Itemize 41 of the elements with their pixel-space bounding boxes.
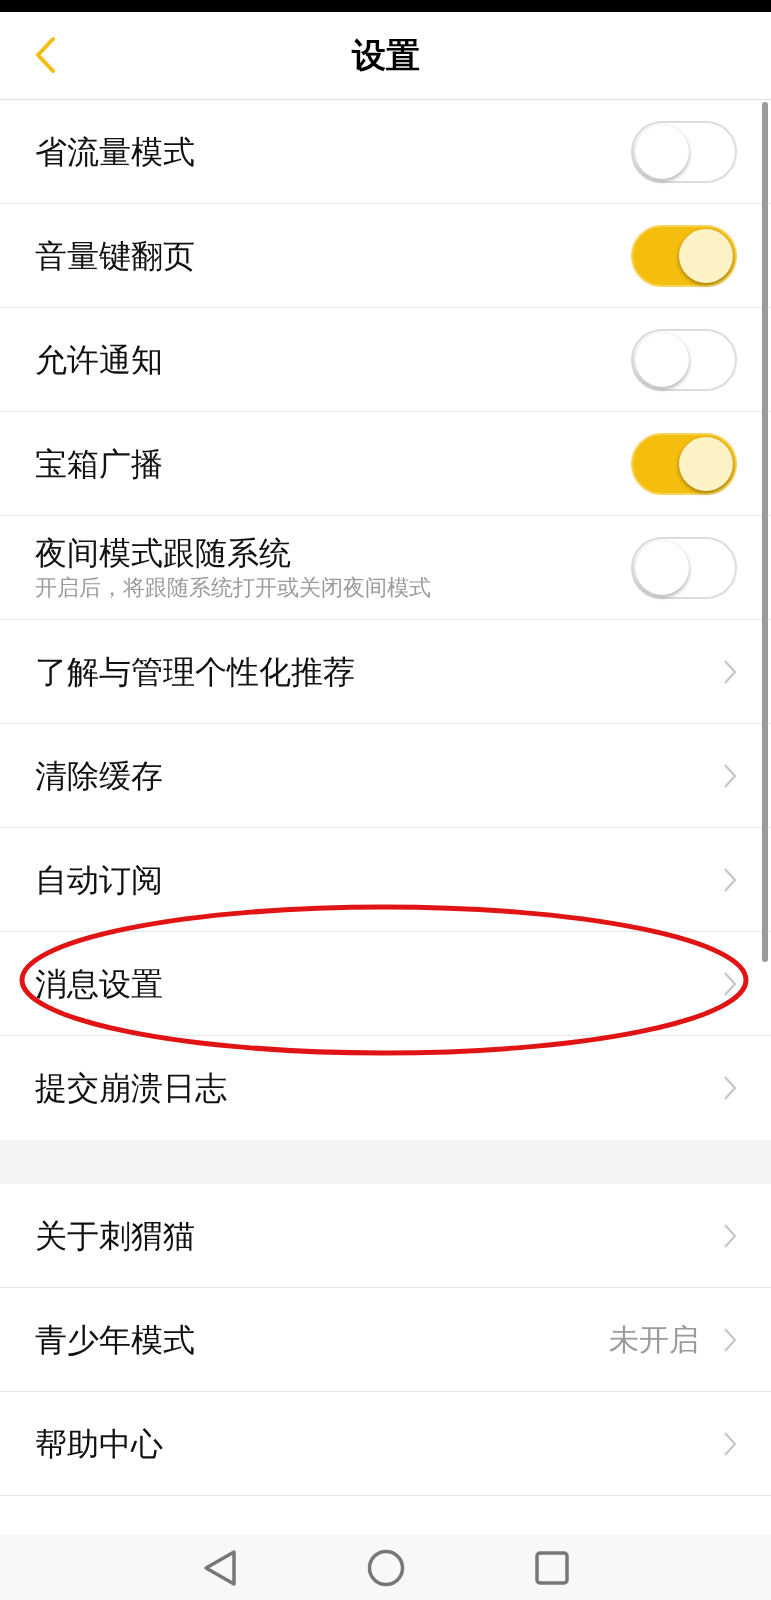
- row-label: 提交崩溃日志: [35, 1068, 228, 1108]
- home-nav-icon[interactable]: [366, 1548, 405, 1587]
- settings-row[interactable]: 关于刺猬猫: [0, 1184, 771, 1288]
- settings-row[interactable]: 允许通知: [0, 308, 771, 412]
- settings-row[interactable]: 宝箱广播: [0, 412, 771, 516]
- chevron-icon: [723, 970, 737, 997]
- row-label: 清除缓存: [35, 755, 164, 796]
- page-title: 设置: [351, 34, 420, 77]
- settings-row[interactable]: 消息设置: [0, 932, 771, 1036]
- settings-row[interactable]: 音量键翻页: [0, 204, 771, 308]
- row-value: 未开启: [609, 1321, 699, 1359]
- settings-row[interactable]: 了解与管理个性化推荐: [0, 620, 771, 724]
- settings-row[interactable]: 提交崩溃日志: [0, 1036, 771, 1140]
- settings-row[interactable]: 自动订阅: [0, 828, 771, 932]
- row-label: 省流量模式: [35, 131, 196, 172]
- recents-nav-icon[interactable]: [534, 1550, 569, 1585]
- row-label: 青少年模式: [35, 1319, 196, 1360]
- chevron-icon: [723, 658, 737, 685]
- chevron-icon: [723, 1075, 737, 1101]
- chevron-icon: [723, 762, 737, 789]
- chevron-icon: [723, 1326, 737, 1353]
- row-label: 了解与管理个性化推荐: [35, 651, 356, 692]
- settings-row[interactable]: 青少年模式 未开启: [0, 1288, 771, 1392]
- back-nav-icon[interactable]: [202, 1548, 237, 1587]
- row-label: 帮助中心: [35, 1423, 164, 1464]
- settings-row[interactable]: 清除缓存: [0, 724, 771, 828]
- settings-row[interactable]: 夜间模式跟随系统 开启后，将跟随系统打开或关闭夜间模式: [0, 516, 771, 620]
- chevron-icon: [723, 1430, 737, 1457]
- row-label: 宝箱广播: [35, 443, 164, 484]
- settings-row[interactable]: 帮助中心: [0, 1392, 771, 1496]
- chevron-icon: [723, 1222, 737, 1249]
- row-label: 允许通知: [35, 339, 164, 380]
- chevron-icon: [723, 866, 737, 893]
- row-label: 自动订阅: [35, 859, 164, 900]
- settings-row[interactable]: 省流量模式: [0, 100, 771, 204]
- row-label: 音量键翻页: [35, 235, 196, 276]
- row-label: 消息设置: [35, 963, 164, 1004]
- row-label: 关于刺猬猫: [35, 1215, 196, 1256]
- row-label: 夜间模式跟随系统: [35, 532, 292, 573]
- row-subtitle: 开启后，将跟随系统打开或关闭夜间模式: [35, 573, 432, 602]
- back-icon[interactable]: [34, 36, 56, 74]
